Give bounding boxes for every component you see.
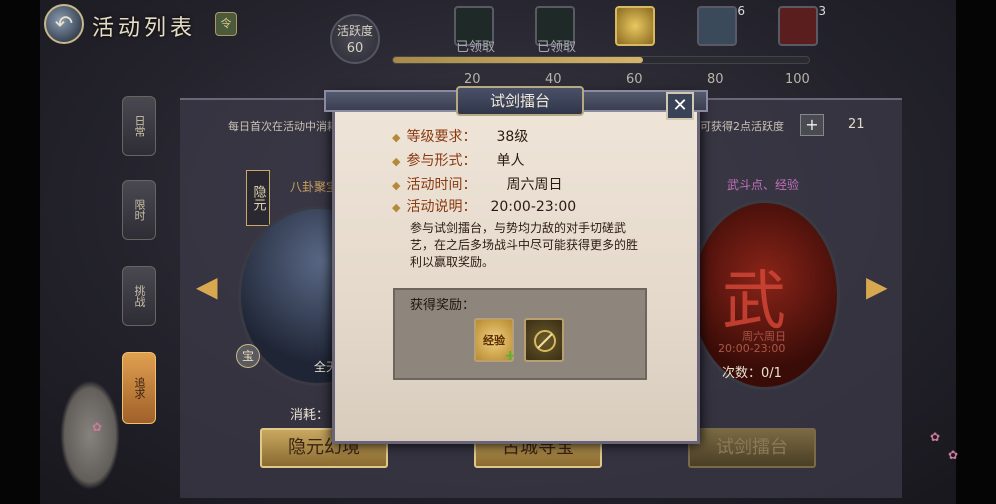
diamond-icon: ◆ <box>392 155 401 168</box>
exp-reward-text: 经验 <box>483 334 505 347</box>
consume-label: 消耗： <box>290 408 330 423</box>
level-label: 等级要求： <box>406 129 477 145</box>
diamond-icon: ◆ <box>392 131 401 144</box>
progress-tick: 20 <box>464 72 481 87</box>
activity-progress-fill <box>393 57 643 63</box>
letterbox-right <box>956 0 996 504</box>
reward-status-20: 已领取 <box>456 40 496 55</box>
title-badge: 令 <box>215 12 237 36</box>
diamond-icon: ◆ <box>392 179 401 192</box>
reward-count-80: 6 <box>737 4 745 18</box>
activity-progress-bar <box>392 56 810 64</box>
plus-icon: + <box>504 348 516 364</box>
modal-title: 试剑擂台 <box>456 86 584 116</box>
reward-count-100: 3 <box>818 4 826 18</box>
blossom-icon: ✿ <box>948 448 959 462</box>
progress-tick: 60 <box>626 72 643 87</box>
back-button[interactable]: ↶ <box>44 4 84 44</box>
level-row: ◆ 等级要求： 38级 <box>392 126 528 146</box>
exp-reward-icon[interactable]: 经验 + <box>474 318 516 364</box>
activity-description: 参与试剑擂台，与势均力敌的对手切磋武艺，在之后多场战斗中尽可能获得更多的胜利以赢… <box>410 221 639 269</box>
card-right-subtitle: 武斗点、经验 <box>727 178 800 192</box>
next-arrow-icon[interactable]: ▶ <box>866 270 888 303</box>
side-tab-challenge[interactable]: 挑战 <box>122 266 156 326</box>
panel-info-left: 每日首次在活动中消耗 <box>228 120 338 133</box>
activity-reward-80[interactable]: 6 <box>697 4 745 46</box>
panel-info-right: 可获得2点活跃度 <box>700 120 784 133</box>
enter-arena-button[interactable]: 试剑擂台 <box>688 428 816 468</box>
progress-tick: 100 <box>785 72 810 87</box>
diamond-icon: ◆ <box>392 201 401 214</box>
reward-label: 获得奖励： <box>410 298 476 313</box>
sword-icon <box>534 330 556 352</box>
time-hours: 20:00-23:00 <box>490 199 577 215</box>
add-coins-button[interactable]: + <box>800 114 824 136</box>
reward-status-40: 已领取 <box>537 40 577 55</box>
blossom-icon: ✿ <box>930 430 941 444</box>
time-label: 活动时间： <box>406 177 477 193</box>
form-value: 单人 <box>496 153 525 169</box>
activity-reward-60[interactable] <box>615 6 655 46</box>
activity-value: 60 <box>346 41 364 56</box>
desc-label: 活动说明： <box>406 199 477 215</box>
desc-row: ◆ 活动说明： 20:00-23:00 <box>392 196 576 216</box>
back-arrow-icon: ↶ <box>54 11 74 37</box>
progress-tick: 40 <box>545 72 562 87</box>
form-label: 参与形式： <box>406 153 477 169</box>
time-days: 周六周日 <box>506 177 563 193</box>
lantern-decoration <box>60 380 120 490</box>
blossom-icon: ✿ <box>92 420 103 434</box>
card-right-time: 20:00-23:00 <box>718 342 786 355</box>
activity-meter: 活跃度 60 <box>330 14 380 64</box>
side-tab-limited[interactable]: 限时 <box>122 180 156 240</box>
side-tab-daily[interactable]: 日常 <box>122 96 156 156</box>
progress-tick: 80 <box>707 72 724 87</box>
close-button[interactable]: ✕ <box>666 92 694 120</box>
card-left-subtitle: 八卦聚宝 <box>290 180 339 194</box>
form-row: ◆ 参与形式： 单人 <box>392 150 524 170</box>
activity-reward-100[interactable]: 3 <box>778 4 826 46</box>
card-tag: 隐元 <box>246 170 270 226</box>
activity-label: 活跃度 <box>336 24 373 38</box>
round-token: 宝 <box>236 344 260 368</box>
letterbox-left <box>0 0 40 504</box>
time-row: ◆ 活动时间： 周六周日 <box>392 174 562 194</box>
coin-count: 21 <box>848 117 865 132</box>
prev-arrow-icon[interactable]: ◀ <box>196 270 218 303</box>
level-value: 38级 <box>496 129 529 145</box>
sword-reward-icon[interactable] <box>524 318 564 362</box>
card-right-count: 次数：0/1 <box>722 366 782 381</box>
side-tab-pursuit[interactable]: 追求 <box>122 352 156 424</box>
page-title: 活动列表 <box>92 16 197 41</box>
